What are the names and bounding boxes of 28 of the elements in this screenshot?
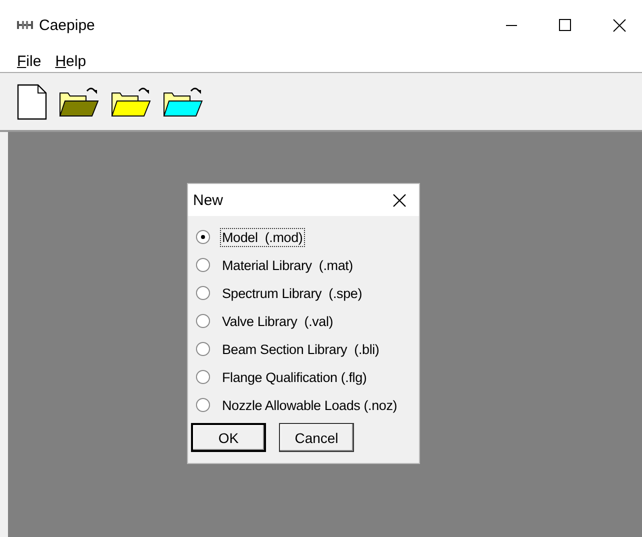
close-icon[interactable] (393, 194, 406, 206)
open-folder-icon[interactable] (111, 86, 151, 118)
radio-button[interactable] (196, 398, 210, 412)
radio-button[interactable] (196, 370, 210, 384)
option-label[interactable]: Spectrum Library (.spe) (220, 284, 364, 302)
cancel-button[interactable]: Cancel (279, 423, 354, 452)
ok-button[interactable]: OK (191, 423, 266, 452)
radio-button[interactable] (196, 258, 210, 272)
app-icon (17, 20, 33, 30)
open-folder-icon[interactable] (163, 86, 203, 118)
radio-button[interactable] (196, 314, 210, 328)
radio-button[interactable] (196, 230, 210, 244)
new-document-icon[interactable] (17, 84, 47, 120)
option-label[interactable]: Material Library (.mat) (220, 256, 355, 274)
menu-item[interactable]: Help (55, 52, 86, 70)
option-label[interactable]: Beam Section Library (.bli) (220, 340, 382, 358)
option-label[interactable]: Model (.mod) (220, 228, 305, 246)
option-label[interactable]: Nozzle Allowable Loads (.noz) (220, 396, 400, 414)
radio-button[interactable] (196, 342, 210, 356)
close-icon[interactable] (613, 18, 626, 32)
maximize-icon[interactable] (559, 19, 571, 31)
window-title: Caepipe (39, 16, 95, 34)
open-folder-icon[interactable] (59, 86, 99, 118)
option-label[interactable]: Valve Library (.val) (220, 312, 336, 330)
menu-item[interactable]: File (17, 52, 42, 70)
dialog-title: New (193, 192, 224, 208)
radio-button[interactable] (196, 286, 210, 300)
option-label[interactable]: Flange Qualification (.flg) (220, 368, 369, 386)
